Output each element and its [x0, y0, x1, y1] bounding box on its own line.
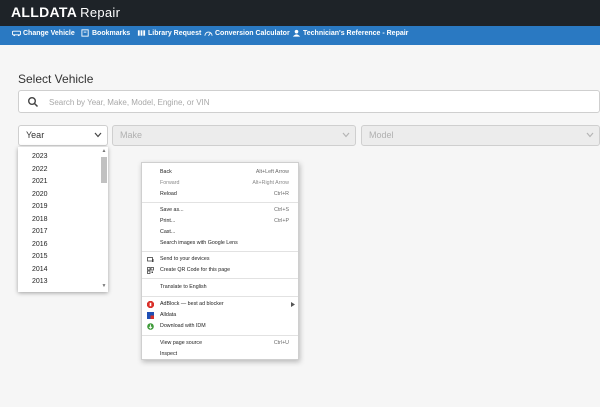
- year-option[interactable]: 2017: [18, 226, 108, 239]
- menu-item-google-lens[interactable]: Search images with Google Lens: [142, 238, 298, 249]
- nav-technicians-reference[interactable]: Technician's Reference - Repair: [292, 29, 408, 37]
- year-option[interactable]: 2022: [18, 164, 108, 177]
- nav-library-request[interactable]: Library Request: [137, 29, 201, 37]
- menu-item-translate[interactable]: Translate to English: [142, 282, 298, 293]
- top-bar: ALLDATA Repair: [0, 0, 600, 26]
- nav-conversion-calculator[interactable]: Conversion Calculator: [204, 29, 290, 37]
- make-select[interactable]: Make: [112, 125, 356, 146]
- car-icon: [12, 30, 21, 37]
- scroll-down-icon[interactable]: ▼: [101, 284, 107, 289]
- year-option[interactable]: 2021: [18, 176, 108, 189]
- year-select[interactable]: Year: [18, 125, 108, 146]
- menu-shortcut: Ctrl+P: [274, 218, 289, 224]
- menu-item-qr-code[interactable]: Create QR Code for this page: [142, 265, 298, 276]
- year-option[interactable]: 2016: [18, 239, 108, 252]
- year-option[interactable]: 2015: [18, 251, 108, 264]
- bookmark-icon: [81, 29, 89, 37]
- library-icon: [137, 30, 146, 36]
- chevron-right-icon: [291, 302, 295, 307]
- menu-label: Print...: [160, 218, 176, 224]
- menu-item-inspect[interactable]: Inspect: [142, 349, 298, 360]
- menu-separator: [142, 335, 298, 336]
- menu-item-download-idm[interactable]: Download with IDM: [142, 321, 298, 332]
- menu-separator: [142, 296, 298, 297]
- chevron-down-icon: [586, 132, 594, 138]
- menu-label: Search images with Google Lens: [160, 240, 238, 246]
- nav-bar: Change Vehicle Bookmarks Library Request…: [0, 26, 600, 45]
- menu-label: Back: [160, 169, 172, 175]
- make-select-label: Make: [120, 130, 143, 140]
- vehicle-search: [18, 90, 600, 113]
- qr-code-icon: [147, 267, 154, 274]
- menu-shortcut: Ctrl+S: [274, 207, 289, 213]
- menu-label: Inspect: [160, 351, 178, 357]
- menu-label: Send to your devices: [160, 256, 210, 262]
- menu-item-back[interactable]: Back Alt+Left Arrow: [142, 167, 298, 178]
- year-option[interactable]: 2023: [18, 151, 108, 164]
- scroll-up-icon[interactable]: ▲: [101, 149, 107, 154]
- year-option[interactable]: 2019: [18, 201, 108, 214]
- year-list-scrollbar[interactable]: ▲ ▼: [101, 149, 107, 289]
- nav-label: Technician's Reference - Repair: [303, 29, 409, 37]
- menu-item-reload[interactable]: Reload Ctrl+R: [142, 189, 298, 200]
- menu-shortcut: Alt+Left Arrow: [255, 169, 289, 175]
- model-select-label: Model: [369, 130, 394, 140]
- menu-label: View page source: [160, 340, 203, 346]
- menu-item-send-to-devices[interactable]: Send to your devices: [142, 254, 298, 265]
- menu-item-forward[interactable]: Forward Alt+Right Arrow: [142, 178, 298, 189]
- scrollbar-thumb[interactable]: [101, 157, 107, 183]
- menu-separator: [142, 278, 298, 279]
- menu-label: Forward: [160, 180, 180, 186]
- menu-separator: [142, 251, 298, 252]
- gauge-icon: [204, 31, 213, 36]
- search-icon: [28, 97, 39, 108]
- menu-label: Translate to English: [160, 284, 207, 290]
- brand-logo[interactable]: ALLDATA Repair: [11, 4, 120, 20]
- product-name: Repair: [80, 5, 121, 20]
- devices-icon: [147, 257, 154, 262]
- menu-item-cast[interactable]: Cast...: [142, 227, 298, 238]
- menu-item-adblock[interactable]: AdBlock — best ad blocker: [142, 299, 298, 310]
- nav-bookmarks[interactable]: Bookmarks: [81, 29, 130, 37]
- nav-label: Bookmarks: [92, 29, 131, 37]
- context-menu: Back Alt+Left Arrow Forward Alt+Right Arro…: [141, 162, 299, 360]
- nav-label: Library Request: [148, 29, 202, 37]
- menu-item-alldata[interactable]: Alldata: [142, 310, 298, 321]
- menu-shortcut: Ctrl+R: [273, 191, 289, 197]
- chevron-down-icon: [342, 132, 350, 138]
- nav-label: Conversion Calculator: [215, 29, 290, 37]
- year-option[interactable]: 2013: [18, 276, 108, 289]
- menu-shortcut: Ctrl+U: [273, 340, 289, 346]
- menu-label: Create QR Code for this page: [160, 267, 231, 273]
- year-option[interactable]: 2018: [18, 214, 108, 227]
- menu-separator: [142, 202, 298, 203]
- menu-label: Reload: [160, 191, 177, 197]
- search-input[interactable]: [49, 94, 589, 110]
- adblock-icon: [147, 301, 154, 308]
- menu-item-save-as[interactable]: Save as... Ctrl+S: [142, 205, 298, 216]
- nav-change-vehicle[interactable]: Change Vehicle: [12, 29, 75, 37]
- brand-name: ALLDATA: [11, 4, 78, 20]
- year-option[interactable]: 2020: [18, 189, 108, 202]
- nav-label: Change Vehicle: [23, 29, 75, 37]
- year-select-label: Year: [26, 130, 45, 140]
- alldata-icon: [147, 312, 154, 319]
- page-title: Select Vehicle: [18, 72, 94, 86]
- chevron-down-icon: [94, 132, 102, 138]
- menu-label: Alldata: [160, 312, 177, 318]
- year-option[interactable]: 2014: [18, 264, 108, 277]
- menu-label: Save as...: [160, 207, 184, 213]
- menu-label: AdBlock — best ad blocker: [160, 301, 224, 307]
- menu-item-print[interactable]: Print... Ctrl+P: [142, 216, 298, 227]
- menu-label: Cast...: [160, 229, 176, 235]
- menu-item-view-source[interactable]: View page source Ctrl+U: [142, 338, 298, 349]
- idm-download-icon: [147, 323, 154, 330]
- year-dropdown-list: 2023 2022 2021 2020 2019 2018 2017 2016 …: [18, 147, 108, 292]
- menu-shortcut: Alt+Right Arrow: [252, 180, 289, 186]
- menu-label: Download with IDM: [160, 323, 206, 329]
- model-select[interactable]: Model: [361, 125, 600, 146]
- reference-icon: [292, 29, 301, 37]
